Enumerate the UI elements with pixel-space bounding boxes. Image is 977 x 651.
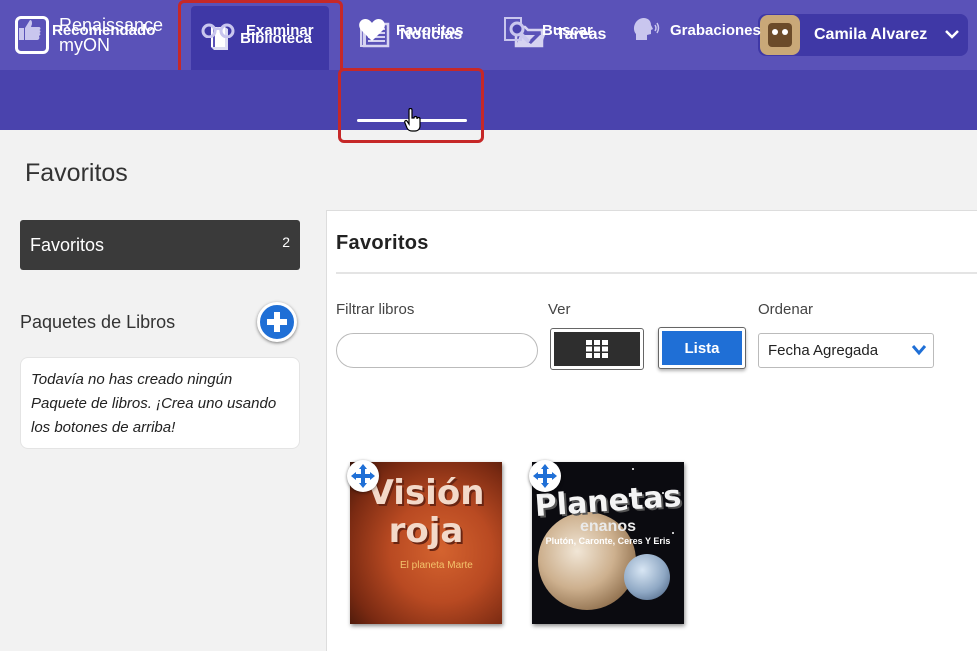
view-label: Ver	[548, 301, 571, 318]
add-to-pack-button[interactable]	[529, 460, 561, 492]
subtab-buscar-label: Buscar	[542, 21, 593, 39]
subtab-buscar[interactable]: Buscar	[504, 0, 593, 60]
book-title-line2: enanos	[579, 518, 636, 535]
heart-icon	[358, 18, 386, 42]
subtab-examinar[interactable]: Examinar	[200, 0, 314, 60]
sort-select[interactable]: Fecha Agregada	[758, 333, 934, 368]
sub-navigation-bar	[0, 70, 977, 130]
list-view-button[interactable]: Lista	[658, 327, 746, 369]
thumbs-up-icon	[18, 18, 42, 42]
avatar	[760, 15, 800, 55]
filter-books-input[interactable]	[336, 333, 538, 368]
favorites-count-badge: 2	[282, 234, 290, 250]
planet-illustration	[624, 554, 670, 600]
plus-icon	[267, 312, 287, 332]
chevron-down-icon	[911, 343, 927, 360]
list-view-label: Lista	[662, 331, 742, 365]
book-subtitle: Plutón, Caronte, Ceres Y Eris	[545, 536, 671, 546]
search-icon	[504, 16, 532, 44]
subtab-recomendado[interactable]: Recomendado	[18, 0, 155, 60]
divider	[336, 272, 977, 274]
filter-label: Filtrar libros	[336, 301, 415, 318]
sort-label: Ordenar	[758, 301, 814, 318]
empty-packs-message: Todavía no has creado ningún Paquete de …	[20, 357, 300, 449]
move-plus-icon	[533, 464, 557, 488]
user-name: Camila Alvarez	[814, 26, 928, 43]
add-to-pack-button[interactable]	[347, 460, 379, 492]
speaking-head-icon	[632, 16, 660, 44]
subtab-grabaciones[interactable]: Grabaciones	[632, 0, 761, 60]
grid-view-button[interactable]	[550, 328, 644, 370]
panel-title: Favoritos	[336, 232, 429, 254]
move-plus-icon	[351, 464, 375, 488]
add-book-pack-button[interactable]	[257, 302, 297, 342]
glasses-icon	[200, 22, 236, 38]
chevron-down-icon	[945, 26, 960, 44]
subtab-favoritos-label: Favoritos	[396, 21, 464, 39]
subtab-grabaciones-label: Grabaciones	[670, 21, 761, 39]
page-title: Favoritos	[25, 159, 128, 187]
subtab-recomendado-label: Recomendado	[52, 21, 156, 39]
subtab-examinar-label: Examinar	[246, 21, 314, 39]
subtab-favoritos[interactable]: Favoritos	[358, 0, 464, 60]
book-packs-heading: Paquetes de Libros	[20, 312, 176, 332]
book-subtitle: El planeta Marte	[400, 560, 473, 571]
grid-icon	[586, 340, 608, 358]
sort-selected-value: Fecha Agregada	[768, 342, 879, 359]
hand-pointer-cursor-icon	[404, 107, 422, 137]
user-menu[interactable]: Camila Alvarez	[758, 14, 968, 56]
sidebar-item-favoritos[interactable]: Favoritos 2	[20, 220, 300, 270]
sidebar-item-label: Favoritos	[30, 234, 105, 255]
